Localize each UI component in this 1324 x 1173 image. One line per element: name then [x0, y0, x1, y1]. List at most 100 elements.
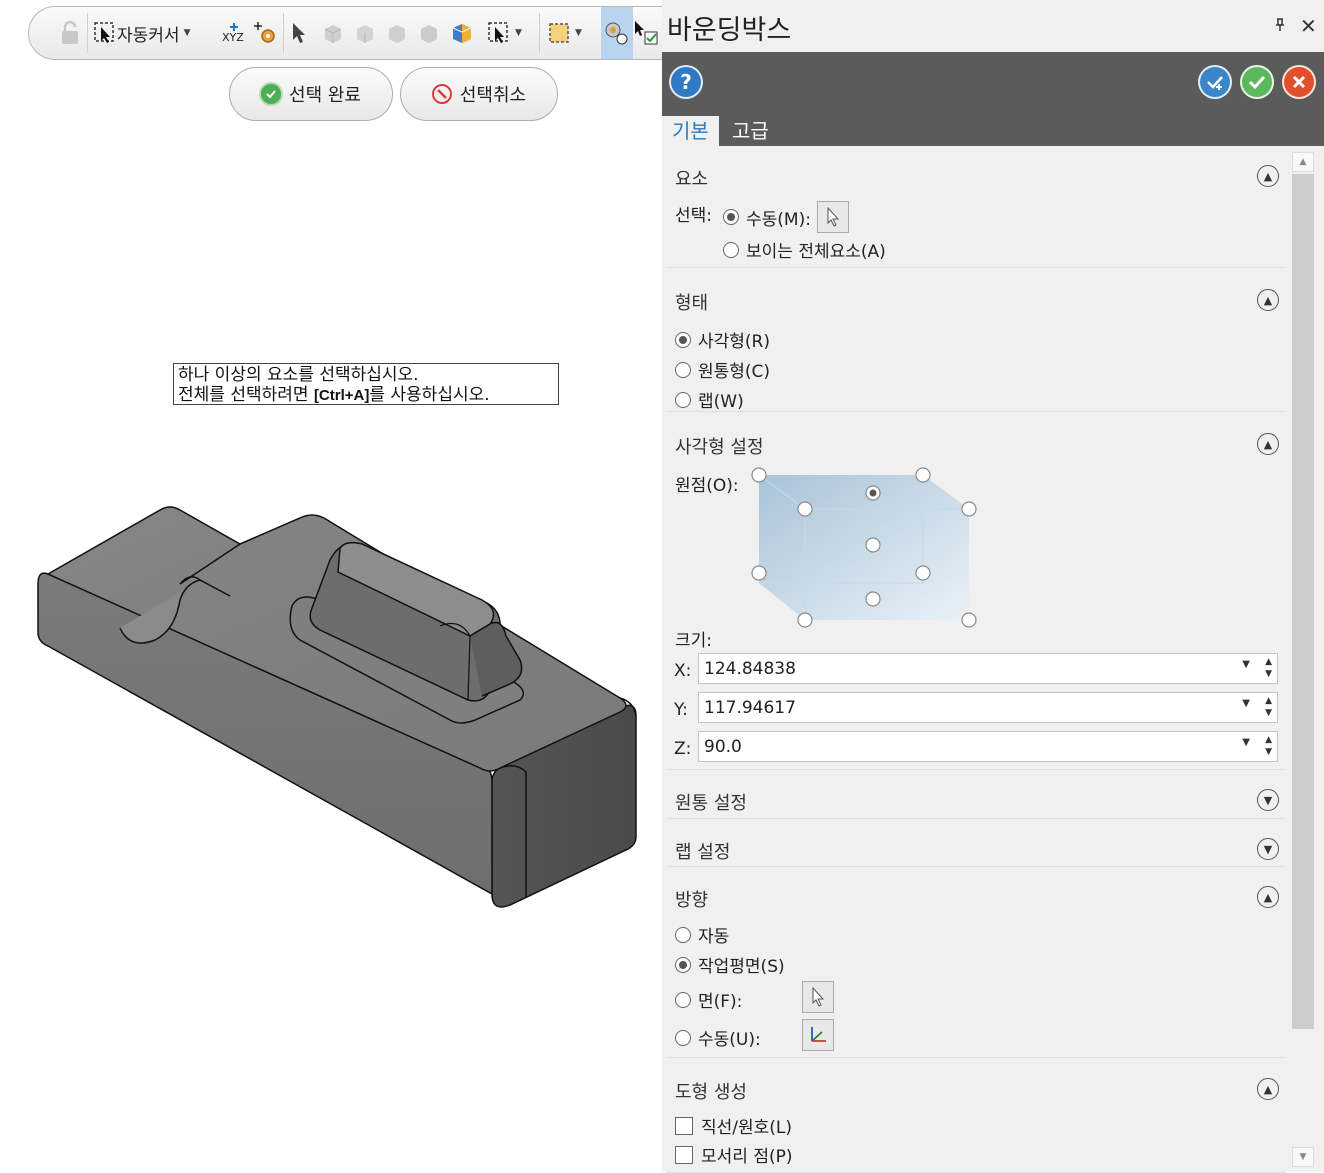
hint-line-2: 전체를 선택하려면 [Ctrl+A]를 사용하십시오. — [178, 385, 554, 406]
chevron-up-icon[interactable]: ▲ — [1257, 289, 1279, 311]
complete-selection-label: 선택 완료 — [289, 85, 361, 106]
radio-button — [675, 991, 691, 1008]
chain-select-dropdown[interactable]: ▼ — [487, 19, 522, 47]
pointer-icon[interactable] — [291, 19, 307, 47]
body-color-select-icon[interactable] — [449, 19, 475, 47]
wrap-settings-section[interactable]: 랩 설정 ▼ — [667, 830, 1285, 867]
size-x-input[interactable]: 124.84838 ▼ ▲ ▼ — [698, 653, 1278, 684]
close-icon[interactable]: ✕ — [1300, 14, 1317, 38]
create-lines-arcs-checkbox[interactable]: 직선/원호(L) — [675, 1113, 792, 1138]
all-visible-label: 보이는 전체요소(A) — [746, 242, 886, 262]
spin-stepper-icon[interactable]: ▲ ▼ — [1265, 695, 1272, 719]
direction-option-workplane[interactable]: 작업평면(S) — [675, 952, 785, 977]
radio-button — [675, 391, 691, 408]
size-y-input[interactable]: 117.94617 ▼ ▲ ▼ — [698, 692, 1278, 723]
scrollbar-thumb[interactable] — [1292, 174, 1314, 1029]
panel-scrollbar[interactable]: ▲ ▼ — [1291, 152, 1315, 1167]
direction-section-title: 방향 — [675, 890, 709, 911]
add-gear-icon[interactable] — [253, 19, 279, 47]
cancel-icon[interactable] — [1282, 65, 1316, 99]
create-corner-points-checkbox[interactable]: 모서리 점(P) — [675, 1142, 792, 1167]
hint-suffix: 를 사용하십시오. — [369, 385, 490, 405]
checkbox-label: 직선/원호(L) — [701, 1118, 793, 1138]
panel-scroll-area: 요소 ▲ 선택: 수동(M): 보이는 전체요소(A) 형태 ▲ 사각형(R) — [667, 95, 1285, 1173]
scroll-down-icon[interactable]: ▼ — [1292, 1147, 1314, 1167]
shape-option-label: 사각형(R) — [698, 332, 770, 352]
pin-icon[interactable] — [1274, 18, 1286, 36]
panel-title: 바운딩박스 — [667, 15, 792, 46]
auto-cursor-dropdown[interactable]: 자동커서 ▼ — [93, 19, 190, 47]
spin-stepper-icon[interactable]: ▲ ▼ — [1265, 734, 1272, 758]
radio-button — [675, 1029, 691, 1046]
size-x-value: 124.84838 — [704, 659, 796, 679]
radio-button — [675, 926, 691, 943]
lock-icon[interactable] — [59, 19, 81, 47]
z-label: Z: — [674, 739, 692, 759]
select-check-icon[interactable] — [633, 19, 659, 47]
selection-toolbar: 자동커서 ▼ XYZ ▼ ▼ — [28, 6, 669, 60]
cylinder-settings-title: 원통 설정 — [675, 793, 747, 814]
solid-select-icon[interactable] — [321, 19, 345, 47]
pointer-icon[interactable] — [816, 201, 849, 233]
manual-select-radio[interactable]: 수동(M): — [723, 201, 849, 233]
cancel-selection-label: 선택취소 — [459, 85, 527, 106]
size-label: 크기: — [675, 631, 713, 651]
scroll-up-icon[interactable]: ▲ — [1292, 152, 1314, 172]
spin-stepper-icon[interactable]: ▲ ▼ — [1265, 656, 1272, 680]
select-label: 선택: — [675, 206, 713, 226]
help-icon[interactable]: ? — [669, 65, 703, 99]
apply-add-icon[interactable] — [1198, 65, 1232, 99]
axis-gnomon-icon[interactable] — [802, 1019, 834, 1051]
checkbox-label: 모서리 점(P) — [701, 1147, 793, 1167]
cancel-selection-button[interactable]: 선택취소 — [400, 67, 558, 121]
complete-selection-button[interactable]: 선택 완료 — [229, 67, 393, 121]
direction-option-manual[interactable]: 수동(U): — [675, 1025, 761, 1050]
shape-option-label: 랩(W) — [698, 392, 744, 412]
selection-hint-box: 하나 이상의 요소를 선택하십시오. 전체를 선택하려면 [Ctrl+A]를 사… — [173, 363, 559, 405]
chevron-down-icon: ▼ — [575, 28, 582, 38]
chevron-up-icon[interactable]: ▲ — [1257, 433, 1279, 455]
cancel-icon — [431, 84, 452, 104]
checkbox — [675, 1145, 693, 1164]
hint-shortcut-key: [Ctrl+A] — [313, 387, 370, 404]
wrap-settings-title: 랩 설정 — [675, 842, 731, 863]
size-y-value: 117.94617 — [704, 698, 796, 718]
auto-cursor-label: 자동커서 — [117, 25, 180, 46]
chevron-down-icon[interactable]: ▼ — [1257, 789, 1279, 811]
chevron-up-icon[interactable]: ▲ — [1257, 165, 1279, 187]
chevron-up-icon[interactable]: ▲ — [1257, 1078, 1279, 1100]
bounding-box-panel: 바운딩박스 ✕ ? 기본 고급 요소 ▲ 선택: 수동(M): 보이는 전체요소… — [662, 0, 1324, 1173]
chevron-down-icon[interactable]: ▼ — [1257, 838, 1279, 860]
ok-icon[interactable] — [1240, 65, 1274, 99]
elements-section-title: 요소 — [675, 169, 709, 190]
shape-option-rectangle[interactable]: 사각형(R) — [675, 327, 770, 352]
svg-text:XYZ: XYZ — [222, 31, 244, 44]
cylinder-settings-section[interactable]: 원통 설정 ▼ — [667, 781, 1285, 819]
chevron-down-icon[interactable]: ▼ — [1242, 698, 1250, 709]
manual-select-label: 수동(M): — [746, 209, 811, 230]
chevron-down-icon[interactable]: ▼ — [1242, 737, 1250, 748]
chevron-down-icon[interactable]: ▼ — [1242, 659, 1250, 670]
chevron-up-icon[interactable]: ▲ — [1257, 886, 1279, 908]
verify-select-icon[interactable] — [603, 19, 629, 47]
size-z-value: 90.0 — [704, 737, 742, 757]
face-pick-pointer-icon[interactable] — [802, 981, 834, 1013]
face-select-icon[interactable] — [353, 19, 377, 47]
edge-select-icon[interactable] — [385, 19, 409, 47]
window-select-dropdown[interactable]: ▼ — [547, 19, 582, 47]
direction-option-face[interactable]: 면(F): — [675, 987, 742, 1012]
xyz-point-icon[interactable]: XYZ — [221, 19, 247, 47]
shape-option-cylinder[interactable]: 원통형(C) — [675, 357, 770, 382]
shape-option-wrap[interactable]: 랩(W) — [675, 387, 744, 412]
chevron-down-icon: ▼ — [183, 28, 191, 38]
direction-option-label: 면(F): — [698, 992, 743, 1012]
all-visible-radio[interactable]: 보이는 전체요소(A) — [723, 237, 886, 262]
origin-picker-box[interactable] — [747, 465, 987, 635]
size-z-input[interactable]: 90.0 ▼ ▲ ▼ — [698, 731, 1278, 762]
direction-option-auto[interactable]: 자동 — [675, 922, 729, 947]
vertex-select-icon[interactable] — [417, 19, 441, 47]
radio-button — [675, 331, 691, 348]
auto-cursor-icon — [94, 22, 114, 43]
3d-model-part[interactable] — [30, 500, 650, 920]
direction-option-label: 자동 — [698, 927, 730, 947]
